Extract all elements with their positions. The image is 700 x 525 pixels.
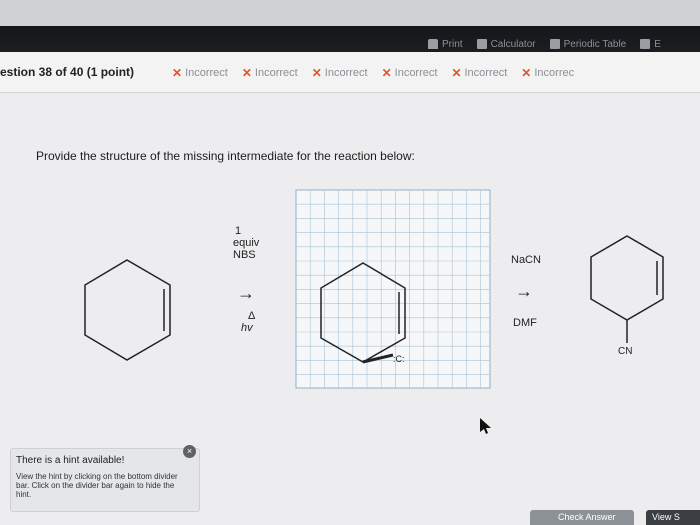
starting-material-cyclohexene: [84, 259, 171, 361]
step2-reagent-nacn: NaCN: [511, 254, 541, 266]
toolbar-links: Print Calculator Periodic Table E: [428, 36, 661, 52]
attempt-3[interactable]: ✕ Incorrect: [312, 66, 368, 80]
step2-solvent-dmf: DMF: [513, 317, 537, 329]
print-link[interactable]: Print: [428, 39, 463, 50]
ebook-icon: [640, 39, 651, 49]
x-icon: ✕: [451, 66, 462, 80]
step1-light: hv: [241, 322, 254, 334]
ebook-link[interactable]: E: [640, 39, 661, 50]
step1-arrow: →: [237, 283, 255, 303]
check-answer-button[interactable]: Check Answer: [530, 510, 634, 525]
x-icon: ✕: [521, 66, 532, 80]
hint-title: There is a hint available!: [16, 455, 125, 466]
carbon-lone-pair-label: :C:: [393, 354, 405, 364]
mouse-cursor-icon: [480, 418, 491, 434]
x-icon: ✕: [311, 66, 322, 80]
step2-conditions: NaCN → DMF: [511, 254, 541, 329]
step1-reagent-equiv: equiv: [233, 237, 260, 249]
attempt-5[interactable]: ✕ Incorrect: [451, 66, 507, 80]
hint-text: View the hint by clicking on the bottom …: [16, 472, 178, 499]
attempt-4[interactable]: ✕ Incorrect: [382, 66, 438, 80]
step1-reagent-nbs: NBS: [233, 249, 256, 261]
x-icon: ✕: [172, 66, 183, 80]
periodic-table-icon: [549, 39, 560, 49]
hint-box[interactable]: There is a hint available! View the hint…: [10, 448, 200, 512]
attempt-6[interactable]: ✕ Incorrec: [521, 66, 574, 80]
nitrile-label: CN: [618, 346, 632, 357]
attempt-1[interactable]: ✕ Incorrect: [172, 66, 228, 80]
calculator-link[interactable]: Calculator: [476, 39, 536, 50]
print-icon: [428, 39, 438, 49]
product-cyanocyclohexene: [590, 235, 664, 343]
x-icon: ✕: [381, 66, 392, 80]
periodic-table-link[interactable]: Periodic Table: [549, 39, 626, 50]
step1-conditions: 1 equiv NBS → Δ hv: [233, 225, 260, 334]
x-icon: ✕: [241, 66, 252, 80]
question-title: estion 38 of 40 (1 point): [0, 65, 135, 79]
calculator-icon: [476, 39, 487, 49]
hint-close-button[interactable]: ×: [183, 445, 196, 458]
question-header: estion 38 of 40 (1 point) ✕ Incorrect ✕ In…: [0, 52, 700, 93]
step1-heat: Δ: [248, 310, 256, 322]
attempt-history: ✕ Incorrect ✕ Incorrect ✕ Incorrect ✕ Incorr…: [172, 66, 574, 80]
step2-arrow: →: [515, 281, 533, 301]
top-bar: Print Calculator Periodic Table E: [0, 0, 700, 52]
reaction-scheme: :C: CN 1 equiv NBS → Δ hv NaCN → DMF: [84, 189, 664, 389]
attempt-2[interactable]: ✕ Incorrect: [242, 66, 298, 80]
step1-reagent-equiv-count: 1: [235, 225, 241, 237]
view-solution-button[interactable]: View S: [646, 510, 700, 525]
